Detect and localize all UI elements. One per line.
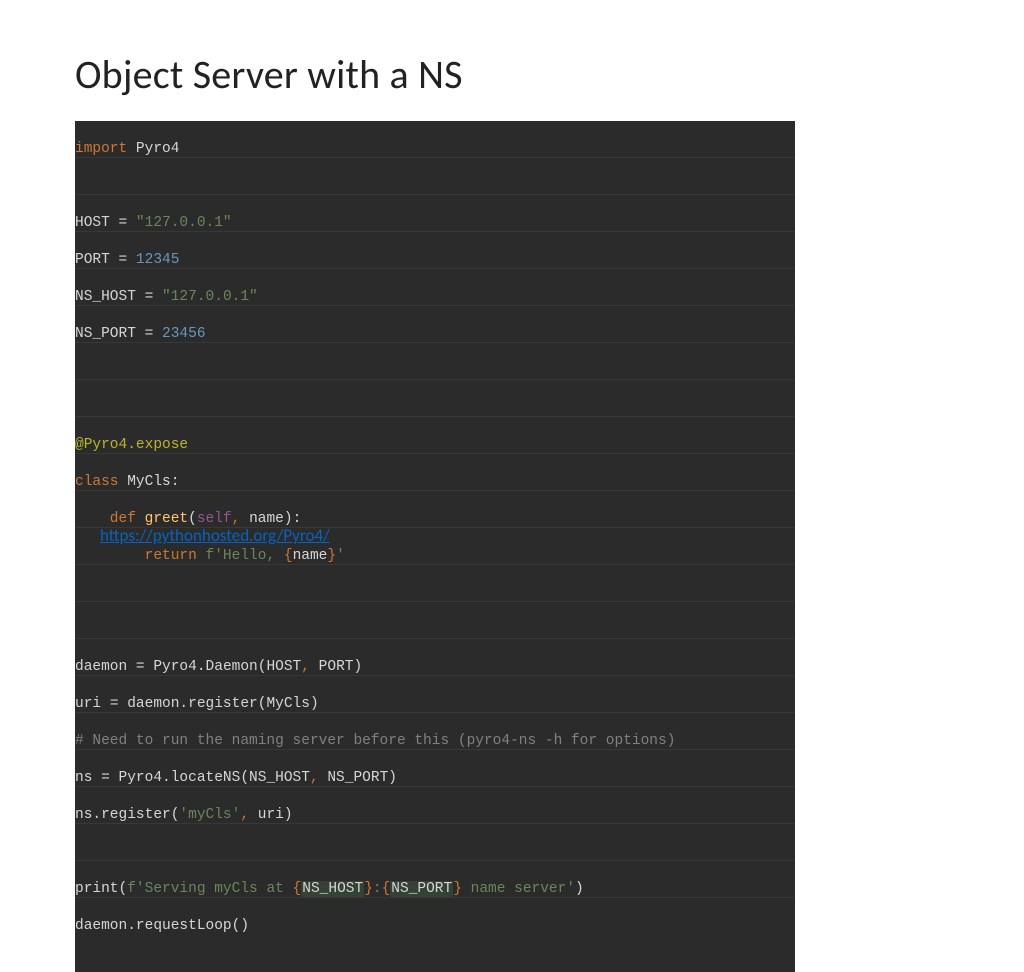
code-line-blank: [75, 399, 795, 418]
code-line: HOST = "127.0.0.1": [75, 214, 795, 233]
var: HOST: [75, 215, 119, 231]
code-line: # Need to run the naming server before t…: [75, 732, 795, 751]
f-prefix: f: [127, 881, 136, 897]
kw-import: import: [75, 141, 127, 157]
code-line: uri = daemon.register(MyCls): [75, 695, 795, 714]
str: "127.0.0.1": [162, 289, 258, 305]
code-line: return f'Hello, {name}': [75, 547, 795, 566]
mod: Pyro4: [127, 141, 179, 157]
kw-class: class: [75, 474, 127, 490]
brace: {: [284, 548, 293, 564]
brace: }: [364, 881, 373, 897]
code-line-blank: [75, 584, 795, 603]
num: 23456: [162, 326, 206, 342]
str: ': [336, 548, 345, 564]
brace: {: [293, 881, 302, 897]
expr: daemon.requestLoop(): [75, 918, 249, 934]
str: 'Hello,: [214, 548, 284, 564]
fn: print: [75, 881, 119, 897]
code-line: daemon.requestLoop(): [75, 917, 795, 936]
fvar: NS_PORT: [390, 881, 453, 897]
code-line: NS_PORT = 23456: [75, 325, 795, 344]
paren: (: [119, 881, 128, 897]
expr: uri): [258, 807, 293, 823]
comment: # Need to run the naming server before t…: [75, 733, 675, 749]
code-block: import Pyro4 HOST = "127.0.0.1" PORT = 1…: [75, 121, 795, 972]
var: PORT: [75, 252, 119, 268]
code-line-blank: [75, 843, 795, 862]
str: "127.0.0.1": [136, 215, 232, 231]
var: ns: [75, 770, 101, 786]
eq: =: [119, 215, 136, 231]
str: 'Serving myCls at: [136, 881, 293, 897]
code-line: import Pyro4: [75, 140, 795, 159]
eq: =: [101, 770, 118, 786]
str: name server': [462, 881, 575, 897]
fvar: NS_HOST: [301, 881, 364, 897]
brace: {: [382, 881, 391, 897]
code-line-blank: [75, 177, 795, 196]
expr: ns.register(: [75, 807, 179, 823]
str: 'myCls': [179, 807, 240, 823]
expr: NS_PORT): [327, 770, 397, 786]
code-line: @Pyro4.expose: [75, 436, 795, 455]
code-line: ns = Pyro4.locateNS(NS_HOST, NS_PORT): [75, 769, 795, 788]
f-prefix: f: [206, 548, 215, 564]
var: NS_PORT: [75, 326, 145, 342]
page-title: Object Server with a NS: [75, 50, 949, 99]
code-line-blank: [75, 362, 795, 381]
expr: PORT): [319, 659, 363, 675]
pyro4-link[interactable]: https://pythonhosted.org/Pyro4/: [100, 525, 330, 546]
eq: =: [110, 696, 127, 712]
brace: }: [327, 548, 336, 564]
eq: =: [145, 289, 162, 305]
expr: daemon.register(MyCls): [127, 696, 318, 712]
code-line: ns.register('myCls', uri): [75, 806, 795, 825]
comma: ,: [301, 659, 318, 675]
slide: Object Server with a NS import Pyro4 HOS…: [0, 0, 1024, 576]
code-line-blank: [75, 621, 795, 640]
eq: =: [145, 326, 162, 342]
var: NS_HOST: [75, 289, 145, 305]
code-line: print(f'Serving myCls at {NS_HOST}:{NS_P…: [75, 880, 795, 899]
code-line: daemon = Pyro4.Daemon(HOST, PORT): [75, 658, 795, 677]
code-line: class MyCls:: [75, 473, 795, 492]
expr: Pyro4.Daemon(HOST: [153, 659, 301, 675]
decorator: @Pyro4.expose: [75, 437, 188, 453]
brace: }: [453, 881, 462, 897]
kw-return: return: [75, 548, 206, 564]
eq: =: [119, 252, 136, 268]
var: uri: [75, 696, 110, 712]
var: daemon: [75, 659, 136, 675]
str: :: [373, 881, 382, 897]
class-name: MyCls:: [127, 474, 179, 490]
expr: Pyro4.locateNS(NS_HOST: [119, 770, 310, 786]
code-line: PORT = 12345: [75, 251, 795, 270]
num: 12345: [136, 252, 180, 268]
eq: =: [136, 659, 153, 675]
comma: ,: [240, 807, 257, 823]
code-line: NS_HOST = "127.0.0.1": [75, 288, 795, 307]
fvar: name: [293, 548, 328, 564]
paren: ): [575, 881, 584, 897]
comma: ,: [310, 770, 327, 786]
